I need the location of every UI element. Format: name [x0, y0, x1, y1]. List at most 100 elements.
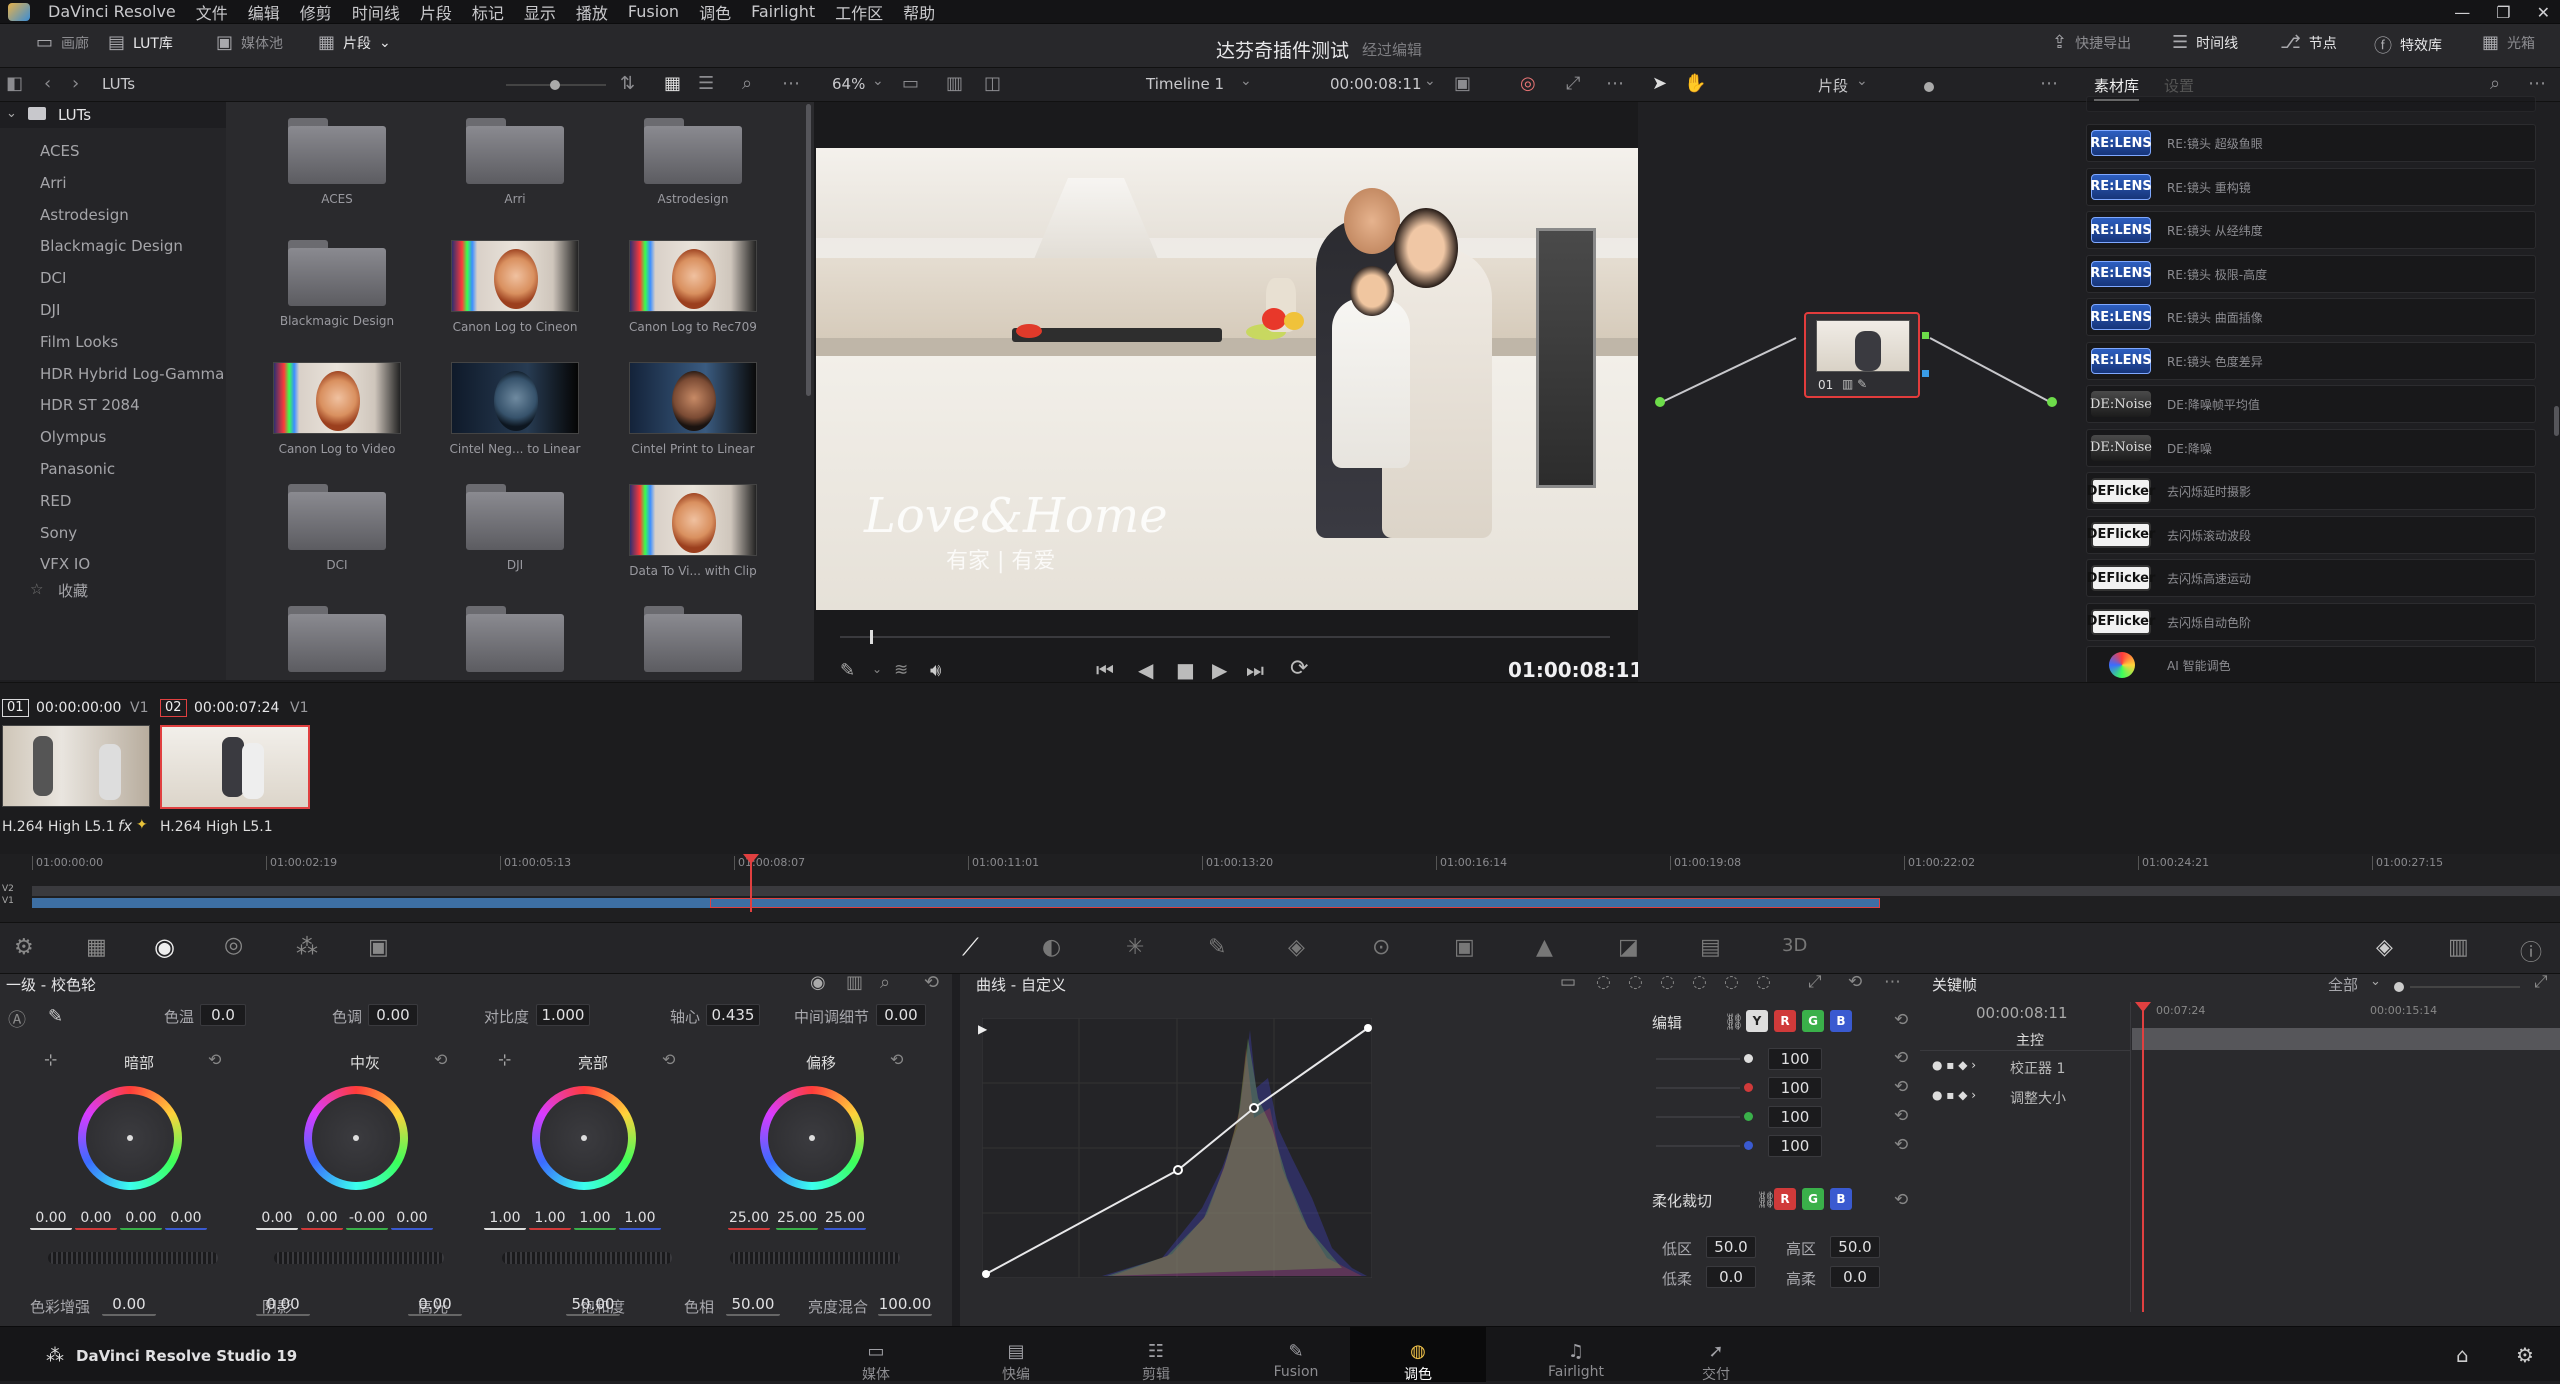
- clips-button[interactable]: ▦ 片段 ⌄: [318, 32, 391, 53]
- mini-timeline[interactable]: 01:00:00:00 01:00:02:19 01:00:05:13 01:00:0…: [0, 854, 2560, 922]
- auto-balance-icon[interactable]: Ⓐ: [8, 1006, 26, 1032]
- crosshair-icon[interactable]: ⊹: [498, 1050, 511, 1069]
- menu-fairlight[interactable]: Fairlight: [741, 2, 825, 21]
- highsoft-field[interactable]: 0.0: [1830, 1266, 1880, 1288]
- zoom-level[interactable]: 64%: [832, 75, 865, 93]
- timeline-selector[interactable]: Timeline 1: [1146, 75, 1224, 93]
- lut-tree-item[interactable]: HDR ST 2084: [40, 396, 140, 414]
- node-zoom-handle[interactable]: [1924, 82, 1934, 92]
- effect-item[interactable]: RE:LENS RE:镜头 极限-高度: [2086, 254, 2536, 293]
- effect-item[interactable]: DEFlicker 去闪烁高速运动: [2086, 559, 2536, 597]
- reset-icon[interactable]: ⟲: [1894, 1010, 1908, 1030]
- chevron-down-icon[interactable]: ⌄: [1240, 73, 1252, 89]
- lut-thumbnail[interactable]: Arri: [440, 118, 590, 206]
- play-icon[interactable]: ▶: [1212, 658, 1227, 682]
- 3d-icon[interactable]: 3D: [1782, 935, 1807, 956]
- speaker-icon[interactable]: 🔊︎: [930, 660, 941, 681]
- tint-field[interactable]: 0.00: [368, 1004, 418, 1026]
- skip-start-icon[interactable]: ⏮︎: [1096, 658, 1114, 682]
- menu-fusion[interactable]: Fusion: [618, 2, 689, 21]
- wheel-center-dot[interactable]: [353, 1135, 359, 1141]
- reset-icon[interactable]: ⟲: [890, 1050, 903, 1069]
- curve-graph[interactable]: [982, 1018, 1372, 1278]
- scrubber-track[interactable]: [840, 636, 1610, 638]
- window-icon[interactable]: ◈: [1288, 935, 1305, 960]
- camera-raw-icon[interactable]: ⚙: [14, 935, 34, 960]
- search-icon[interactable]: ⌕: [742, 73, 752, 94]
- more-options-icon[interactable]: ⋯: [1884, 972, 1901, 992]
- settings-gear-icon[interactable]: ⚙: [2516, 1343, 2534, 1367]
- more-options-icon[interactable]: ⋯: [782, 73, 800, 94]
- chevron-down-icon[interactable]: ⌄: [872, 662, 882, 676]
- bars-mode-icon[interactable]: ◉: [810, 972, 826, 993]
- rgb-mixer-icon[interactable]: ⁂: [296, 935, 318, 960]
- curves-icon[interactable]: ⟋: [962, 933, 979, 961]
- sort-icon[interactable]: ⇅: [620, 73, 635, 94]
- channel-slider[interactable]: [1656, 1087, 1740, 1089]
- slider-handle[interactable]: [550, 80, 560, 90]
- chevron-down-icon[interactable]: ⌄: [1424, 73, 1436, 89]
- lightbox-button[interactable]: ▦ 光箱: [2482, 32, 2535, 53]
- keyframe-filter[interactable]: 全部: [2328, 974, 2358, 995]
- lut-thumbnail[interactable]: Canon Log to Video: [262, 362, 412, 456]
- lut-thumbnail[interactable]: DJI: [440, 484, 590, 572]
- effect-item[interactable]: DE:Noise DE:降噪: [2086, 428, 2536, 467]
- thumb-size-slider[interactable]: [506, 80, 606, 90]
- effect-item[interactable]: DEFlicker 去闪烁延时摄影: [2086, 472, 2536, 510]
- channel-intensity-field[interactable]: 100: [1768, 1048, 1822, 1070]
- clip-thumbnail-02[interactable]: [160, 725, 310, 809]
- adjust-field[interactable]: 0.00: [408, 1294, 462, 1316]
- chevron-down-icon[interactable]: ⌄: [1856, 73, 1868, 89]
- low-field[interactable]: 50.0: [1706, 1236, 1756, 1258]
- wheel-value-field[interactable]: 1.00: [484, 1208, 526, 1230]
- lut-tree-item[interactable]: Olympus: [40, 428, 106, 446]
- menu-file[interactable]: 文件: [186, 0, 238, 24]
- softclip-g-toggle[interactable]: G: [1802, 1188, 1824, 1210]
- keyframe-playhead[interactable]: [2142, 1002, 2144, 1312]
- sat-vs-sat-icon[interactable]: ◌: [1724, 972, 1739, 992]
- effect-item-partial[interactable]: [2086, 96, 2536, 112]
- reset-icon[interactable]: ⟲: [1848, 972, 1862, 992]
- more-options-icon[interactable]: ⋯: [1606, 73, 1624, 94]
- color-wheel[interactable]: [760, 1086, 864, 1190]
- hue-vs-lum-icon[interactable]: ◌: [1660, 972, 1675, 992]
- softclip-r-toggle[interactable]: R: [1774, 1188, 1796, 1210]
- page-button[interactable]: ▭ 媒体: [808, 1341, 944, 1384]
- keyframe-row-corrector[interactable]: 校正器 1: [2010, 1058, 2065, 1078]
- menu-color[interactable]: 调色: [689, 0, 741, 24]
- sizing-icon[interactable]: ▤: [1700, 935, 1721, 960]
- zoom-icon[interactable]: ⌕: [880, 972, 890, 993]
- channel-intensity-field[interactable]: 100: [1768, 1106, 1822, 1128]
- tab-settings[interactable]: 设置: [2164, 75, 2194, 96]
- tracker-icon[interactable]: ⊙: [1372, 935, 1390, 960]
- node-output-rgb[interactable]: [1922, 332, 1929, 339]
- reset-icon[interactable]: ⟲: [1894, 1190, 1908, 1210]
- blur-icon[interactable]: ▲: [1536, 935, 1553, 960]
- lut-tree-item[interactable]: VFX IO: [40, 555, 90, 573]
- minimize-icon[interactable]: —: [2454, 3, 2470, 22]
- reset-icon[interactable]: ⟲: [924, 972, 939, 993]
- wheel-value-field[interactable]: 25.00: [824, 1208, 866, 1230]
- forward-icon[interactable]: ›: [72, 73, 79, 94]
- play-icon[interactable]: ▶: [978, 1022, 987, 1036]
- wheel-value-field[interactable]: 0.00: [165, 1208, 207, 1230]
- motion-effects-icon[interactable]: ▣: [368, 935, 389, 960]
- channel-g-toggle[interactable]: G: [1802, 1010, 1824, 1032]
- more-options-icon[interactable]: ⋯: [2040, 73, 2058, 94]
- lut-tree-item[interactable]: Blackmagic Design: [40, 237, 183, 255]
- key-icon[interactable]: ◪: [1618, 935, 1639, 960]
- node-output-alpha[interactable]: [1922, 370, 1929, 377]
- channel-dot[interactable]: [1744, 1141, 1753, 1150]
- wheel-value-field[interactable]: -0.00: [346, 1208, 388, 1230]
- lut-thumbnail[interactable]: Cintel Print to Linear: [618, 362, 768, 456]
- color-wheel[interactable]: [78, 1086, 182, 1190]
- effect-item[interactable]: AI 智能调色: [2086, 646, 2536, 684]
- viewer-mode-icon[interactable]: ▭: [902, 73, 919, 94]
- home-icon[interactable]: ⌂: [2456, 1343, 2469, 1367]
- link-icon[interactable]: ⛓: [1724, 1012, 1744, 1031]
- adjust-field[interactable]: 0.00: [102, 1294, 156, 1316]
- reset-icon[interactable]: ⟲: [208, 1050, 221, 1069]
- keyframe-row-sizing[interactable]: 调整大小: [2010, 1088, 2066, 1108]
- split-screen-icon[interactable]: ▥: [946, 73, 963, 94]
- reset-icon[interactable]: ⟲: [434, 1050, 447, 1069]
